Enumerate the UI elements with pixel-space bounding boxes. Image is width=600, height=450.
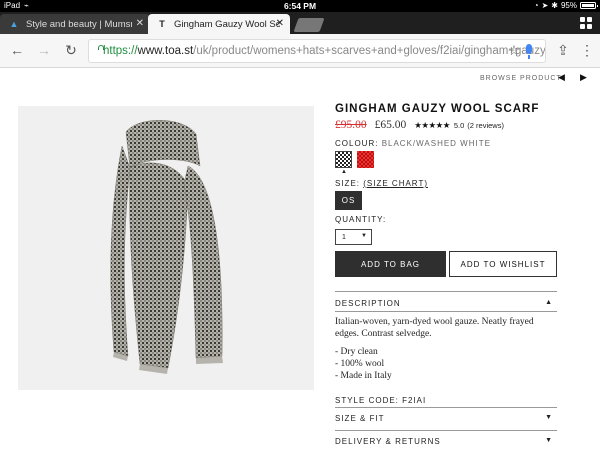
tab-title: Gingham Gauzy Wool Scarf | bbox=[174, 18, 280, 30]
size-label-text: SIZE: bbox=[335, 179, 361, 188]
chevron-down-icon: ▼ bbox=[361, 233, 367, 239]
status-right: ◔ ➤ ✱ 95% bbox=[533, 1, 598, 10]
share-icon[interactable]: ⇪ bbox=[554, 42, 572, 59]
rating-value: 5.0 bbox=[453, 120, 465, 130]
mumsnet-favicon-icon: ▲ bbox=[9, 19, 19, 29]
add-to-bag-button[interactable]: ADD TO BAG bbox=[335, 251, 446, 277]
product-image[interactable] bbox=[18, 106, 314, 390]
tab-toast[interactable]: T Gingham Gauzy Wool Scarf | ✕ bbox=[148, 14, 290, 34]
status-bar: iPad ⌁ 6:54 PM ◔ ➤ ✱ 95% bbox=[0, 0, 600, 12]
divider bbox=[335, 407, 557, 408]
divider bbox=[335, 291, 557, 292]
tab-strip: ▲ Style and beauty | Mumsnet ✕ T Gingham… bbox=[0, 12, 600, 34]
browse-product-label: BROWSE PRODUCT bbox=[480, 75, 562, 82]
quantity-label: QUANTITY: bbox=[335, 215, 387, 224]
expand-caret-icon: ▼ bbox=[545, 437, 553, 444]
toast-favicon-icon: T bbox=[159, 19, 165, 29]
size-label: SIZE: (SIZE CHART) bbox=[335, 179, 428, 188]
colour-label-text: COLOUR: bbox=[335, 139, 379, 148]
url-host: www.toa.st bbox=[137, 45, 194, 57]
close-icon[interactable]: ✕ bbox=[276, 18, 284, 29]
battery-percent: 95% bbox=[560, 1, 577, 10]
next-product-icon[interactable]: ▶ bbox=[580, 72, 587, 83]
delivery-heading: DELIVERY & RETURNS bbox=[335, 437, 441, 446]
divider bbox=[335, 430, 557, 431]
previous-product-icon[interactable]: ◀ bbox=[558, 72, 565, 83]
status-time: 6:54 PM bbox=[283, 1, 317, 11]
bluetooth-icon: ✱ bbox=[551, 1, 558, 10]
bookmark-star-icon[interactable]: ☆ bbox=[505, 42, 523, 59]
url-scheme: https:// bbox=[103, 45, 138, 57]
voice-search-icon[interactable] bbox=[526, 40, 546, 59]
swatch-black-white[interactable] bbox=[335, 151, 352, 168]
battery-icon bbox=[580, 2, 598, 9]
size-chart-link[interactable]: (SIZE CHART) bbox=[363, 179, 428, 188]
description-heading: DESCRIPTION bbox=[335, 299, 401, 308]
colour-label: COLOUR: BLACK/WASHED WHITE bbox=[335, 139, 491, 148]
forward-arrow-icon[interactable]: → bbox=[35, 42, 53, 58]
product-title: GINGHAM GAUZY WOOL SCARF bbox=[335, 103, 540, 115]
tab-mumsnet[interactable]: ▲ Style and beauty | Mumsnet ✕ bbox=[0, 14, 150, 34]
close-icon[interactable]: ✕ bbox=[136, 18, 144, 29]
sale-price: £65.00 bbox=[374, 119, 407, 131]
colour-value: BLACK/WASHED WHITE bbox=[381, 139, 491, 148]
description-accordion[interactable]: DESCRIPTION ▲ bbox=[335, 299, 557, 308]
size-fit-accordion[interactable]: SIZE & FIT ▼ bbox=[335, 414, 557, 423]
tab-switcher-icon[interactable] bbox=[580, 17, 592, 29]
browser-toolbar: ← → ↻ https:// www.toa.st /uk/product/wo… bbox=[0, 34, 600, 68]
rating-stars-icon: ★★★★★ bbox=[414, 119, 450, 130]
back-arrow-icon[interactable]: ← bbox=[8, 42, 26, 58]
reload-icon[interactable]: ↻ bbox=[62, 42, 80, 59]
quantity-select[interactable]: 1 ▼ bbox=[335, 229, 372, 245]
delivery-accordion[interactable]: DELIVERY & RETURNS ▼ bbox=[335, 437, 557, 446]
size-fit-heading: SIZE & FIT bbox=[335, 414, 385, 423]
address-bar[interactable]: https:// www.toa.st /uk/product/womens+h… bbox=[88, 39, 546, 63]
rotation-lock-icon: ◔ bbox=[533, 1, 539, 10]
add-to-wishlist-button[interactable]: ADD TO WISHLIST bbox=[449, 251, 557, 277]
menu-kebab-icon[interactable]: ⋮ bbox=[578, 42, 596, 59]
url-path: /uk/product/womens+hats+scarves+and+glov… bbox=[193, 45, 546, 57]
tab-title: Style and beauty | Mumsnet bbox=[26, 18, 132, 30]
quantity-value: 1 bbox=[342, 233, 346, 241]
list-item: - 100% wool bbox=[335, 359, 385, 369]
description-text: Italian-woven, yarn-dyed wool gauze. Nea… bbox=[335, 317, 534, 339]
divider bbox=[335, 311, 557, 312]
selected-swatch-indicator-icon: ▲ bbox=[341, 169, 347, 175]
list-item: - Dry clean bbox=[335, 347, 378, 357]
new-tab-button[interactable] bbox=[293, 18, 325, 32]
list-item: - Made in Italy bbox=[335, 371, 392, 381]
price-row: £95.00 £65.00 ★★★★★ 5.0 (2 reviews) bbox=[335, 119, 504, 131]
description-list: - Dry clean - 100% wool - Made in Italy bbox=[335, 346, 392, 382]
scarf-illustration bbox=[110, 120, 223, 374]
reviews-link[interactable]: (2 reviews) bbox=[467, 121, 504, 130]
original-price: £95.00 bbox=[335, 119, 367, 131]
style-code: STYLE CODE: F2IAI bbox=[335, 396, 427, 405]
size-option-button[interactable]: OS bbox=[335, 191, 362, 210]
swatch-red[interactable] bbox=[357, 151, 374, 168]
collapse-caret-icon: ▲ bbox=[545, 299, 553, 306]
location-icon: ➤ bbox=[541, 1, 549, 10]
expand-caret-icon: ▼ bbox=[545, 414, 553, 421]
